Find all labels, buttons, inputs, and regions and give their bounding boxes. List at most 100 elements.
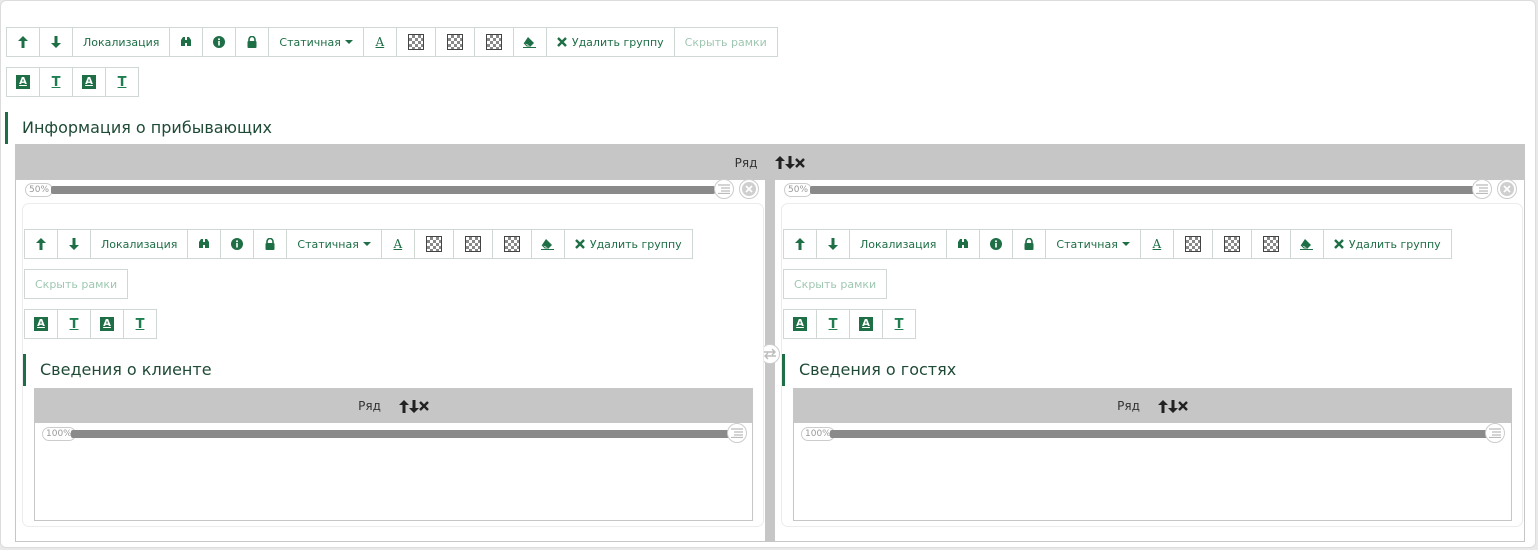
info-button[interactable] (202, 27, 237, 57)
lock-icon (247, 36, 257, 48)
info-button[interactable] (979, 229, 1014, 259)
text-underline-icon: T (69, 316, 79, 332)
pattern-button-3[interactable] (473, 27, 514, 57)
static-dropdown[interactable]: Статичная (268, 27, 364, 57)
close-icon[interactable] (1178, 401, 1188, 411)
text-style-button-1[interactable]: T (57, 309, 91, 339)
move-down-button[interactable] (39, 27, 73, 57)
delete-group-button[interactable]: Удалить группу (545, 27, 675, 57)
delete-group-button[interactable]: Удалить группу (563, 229, 693, 259)
search-button[interactable] (169, 27, 204, 57)
text-color-button[interactable]: A (1139, 229, 1174, 259)
text-bg-button-1[interactable]: A (6, 67, 40, 97)
text-bg-button-2[interactable]: A (90, 309, 124, 339)
column-width-slider[interactable] (51, 186, 715, 194)
delete-group-button[interactable]: Удалить группу (1322, 229, 1452, 259)
pattern-button-2[interactable] (434, 27, 475, 57)
column-toolbar: Локализация Статичная A Удалить группу (24, 229, 693, 259)
pattern-button-2[interactable] (1211, 229, 1252, 259)
close-icon (575, 239, 585, 249)
eraser-button[interactable] (1289, 229, 1324, 259)
arrow-down-icon[interactable] (408, 399, 419, 413)
list-icon (731, 428, 743, 438)
pattern-button-1[interactable] (1172, 229, 1213, 259)
text-color-button[interactable]: A (380, 229, 415, 259)
text-color-button[interactable]: A (362, 27, 397, 57)
inner-width-slider[interactable] (71, 430, 731, 438)
inner-width-slider[interactable] (830, 430, 1490, 438)
checker-pattern-icon (1262, 236, 1279, 252)
localization-button[interactable]: Локализация (849, 229, 948, 259)
text-style-button-2[interactable]: T (882, 309, 916, 339)
arrow-up-icon[interactable] (398, 399, 409, 413)
search-button[interactable] (946, 229, 981, 259)
eraser-icon (541, 239, 555, 250)
pattern-button-1[interactable] (395, 27, 436, 57)
close-icon (1500, 182, 1514, 196)
move-down-button[interactable] (57, 229, 91, 259)
static-dropdown[interactable]: Статичная (286, 229, 382, 259)
eraser-icon (523, 37, 537, 48)
row-controls (398, 399, 429, 413)
column-delete-button[interactable] (1497, 179, 1517, 199)
lock-button[interactable] (235, 27, 270, 57)
close-icon[interactable] (419, 401, 429, 411)
inner-settings-button[interactable] (1485, 423, 1505, 443)
move-up-button[interactable] (6, 27, 40, 57)
move-down-button[interactable] (816, 229, 850, 259)
pattern-button-3[interactable] (1250, 229, 1291, 259)
close-icon (742, 182, 756, 196)
arrow-up-icon (36, 238, 46, 250)
info-button[interactable] (220, 229, 255, 259)
column-settings-button[interactable] (1472, 179, 1492, 199)
column-width-slider[interactable] (810, 186, 1474, 194)
move-up-button[interactable] (783, 229, 817, 259)
caret-down-icon (344, 40, 353, 44)
swap-columns-button[interactable] (760, 344, 780, 364)
lock-button[interactable] (1012, 229, 1047, 259)
text-style-button-1[interactable]: T (39, 67, 73, 97)
text-bg-button-2[interactable]: A (849, 309, 883, 339)
static-dropdown[interactable]: Статичная (1045, 229, 1141, 259)
eraser-button[interactable] (512, 27, 547, 57)
checker-pattern-icon (446, 34, 463, 50)
close-icon (557, 37, 567, 47)
move-up-button[interactable] (24, 229, 58, 259)
search-button[interactable] (187, 229, 222, 259)
column-text-style-toolbar: A T A T (24, 309, 157, 339)
swap-icon (764, 348, 776, 360)
arrow-up-icon[interactable] (1157, 399, 1168, 413)
arrow-down-icon[interactable] (1167, 399, 1178, 413)
eraser-icon (1300, 239, 1314, 250)
hide-frames-button[interactable]: Скрыть рамки (24, 269, 129, 299)
hide-frames-button[interactable]: Скрыть рамки (673, 27, 778, 57)
binoculars-icon (199, 239, 210, 248)
localization-button[interactable]: Локализация (72, 27, 171, 57)
localization-button[interactable]: Локализация (90, 229, 189, 259)
text-bg-button-1[interactable]: A (783, 309, 817, 339)
row-controls (1157, 399, 1188, 413)
pattern-button-3[interactable] (491, 229, 532, 259)
close-icon (1334, 239, 1344, 249)
lock-button[interactable] (253, 229, 288, 259)
info-icon (213, 36, 226, 48)
column-settings-button[interactable] (714, 179, 734, 199)
checker-pattern-icon (1184, 236, 1201, 252)
close-icon[interactable] (795, 157, 806, 168)
static-dropdown-label: Статичная (297, 237, 359, 251)
font-color-icon: A (375, 35, 385, 49)
arrow-down-icon[interactable] (785, 156, 796, 169)
pattern-button-2[interactable] (452, 229, 493, 259)
text-bg-button-2[interactable]: A (72, 67, 106, 97)
text-style-button-2[interactable]: T (105, 67, 139, 97)
hide-frames-button[interactable]: Скрыть рамки (783, 269, 888, 299)
column-delete-button[interactable] (739, 179, 759, 199)
inner-settings-button[interactable] (727, 423, 747, 443)
text-style-button-1[interactable]: T (816, 309, 850, 339)
pattern-button-1[interactable] (413, 229, 454, 259)
text-bg-button-1[interactable]: A (24, 309, 58, 339)
text-style-toolbar: A T A T (6, 67, 139, 97)
arrow-up-icon[interactable] (775, 156, 786, 169)
text-style-button-2[interactable]: T (123, 309, 157, 339)
eraser-button[interactable] (530, 229, 565, 259)
